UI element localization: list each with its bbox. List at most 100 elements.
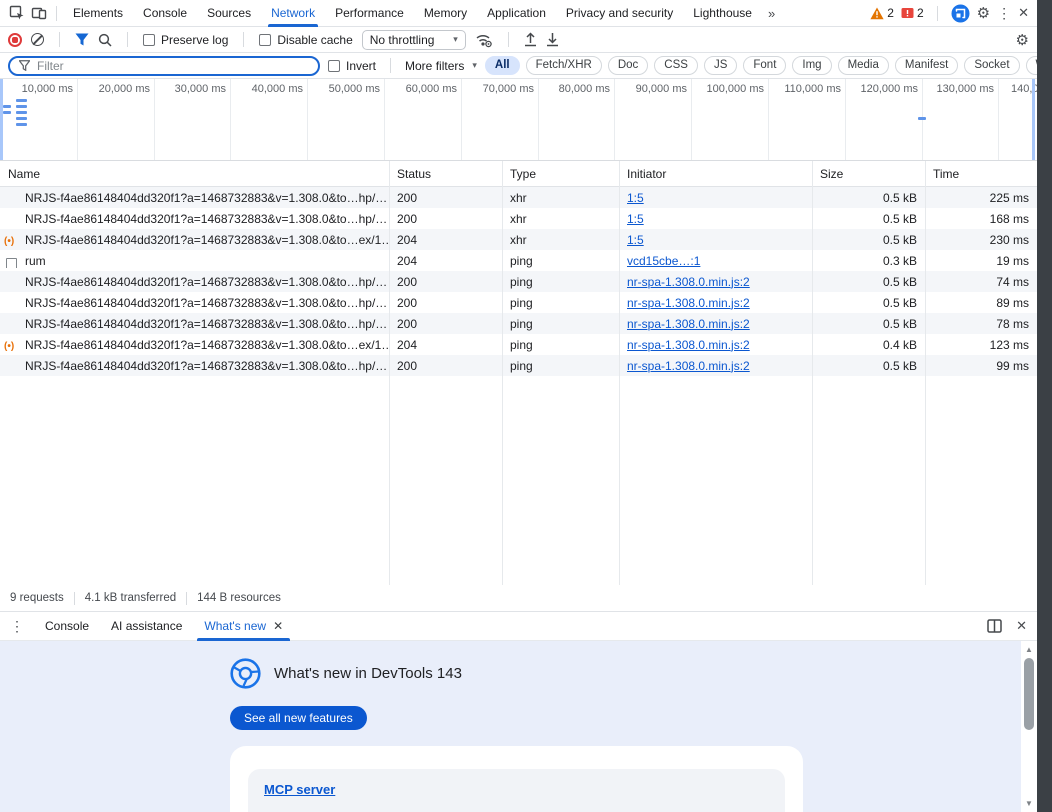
chip-all[interactable]: All — [485, 56, 520, 75]
settings-gear-icon[interactable]: ⚙ — [977, 4, 990, 22]
network-conditions-icon[interactable] — [475, 32, 493, 48]
filter-funnel-small-icon — [19, 60, 30, 71]
network-overview-timeline[interactable]: 10,000 ms 20,000 ms 30,000 ms 40,000 ms … — [0, 79, 1037, 161]
chip-js[interactable]: JS — [704, 56, 737, 75]
table-row[interactable]: NRJS-f4ae86148404dd320f1?a=1468732883&v=… — [0, 313, 1037, 334]
table-row[interactable]: (•)NRJS-f4ae86148404dd320f1?a=1468732883… — [0, 229, 1037, 250]
drawer-right-cluster: ✕ — [987, 618, 1027, 634]
clear-network-log-icon[interactable] — [31, 33, 44, 46]
close-tab-icon[interactable]: ✕ — [273, 612, 283, 640]
devtools-logo-icon — [230, 658, 261, 689]
kebab-menu-icon[interactable]: ⋮ — [997, 5, 1011, 22]
overview-right-handle[interactable] — [1032, 79, 1035, 160]
export-har-icon[interactable] — [546, 32, 559, 47]
feature-card: MCP server — [248, 769, 785, 812]
table-row[interactable]: NRJS-f4ae86148404dd320f1?a=1468732883&v=… — [0, 355, 1037, 376]
issues-badge[interactable]: 2 — [901, 6, 924, 20]
tab-application[interactable]: Application — [477, 0, 556, 27]
scrollbar-thumb[interactable] — [1024, 658, 1034, 730]
column-header-type[interactable]: Type — [502, 167, 619, 181]
import-har-icon[interactable] — [524, 32, 537, 47]
initiator-link[interactable]: vcd15cbe…:1 — [627, 254, 700, 268]
drawer-tab-ai-assistance[interactable]: AI assistance — [100, 612, 193, 641]
warning-icon — [870, 7, 884, 20]
search-icon[interactable] — [98, 33, 112, 47]
chip-fetch-xhr[interactable]: Fetch/XHR — [526, 56, 602, 75]
chip-css[interactable]: CSS — [654, 56, 698, 75]
tab-console[interactable]: Console — [133, 0, 197, 27]
chip-manifest[interactable]: Manifest — [895, 56, 958, 75]
table-row[interactable]: rum 204 ping vcd15cbe…:1 0.3 kB 19 ms — [0, 250, 1037, 271]
cast-icon[interactable] — [951, 4, 970, 23]
tab-sources[interactable]: Sources — [197, 0, 261, 27]
initiator-link[interactable]: nr-spa-1.308.0.min.js:2 — [627, 296, 750, 310]
chip-socket[interactable]: Socket — [964, 56, 1019, 75]
network-settings-gear-icon[interactable]: ⚙ — [1016, 31, 1029, 49]
initiator-link[interactable]: 1:5 — [627, 212, 644, 226]
tick-label: 60,000 ms — [406, 83, 457, 95]
tab-privacy-and-security[interactable]: Privacy and security — [556, 0, 683, 27]
overview-left-handle[interactable] — [0, 79, 3, 160]
filter-input[interactable] — [37, 59, 309, 73]
network-status-bar: 9 requests 4.1 kB transferred 144 B reso… — [0, 585, 1037, 612]
divider — [508, 32, 509, 47]
table-row[interactable]: NRJS-f4ae86148404dd320f1?a=1468732883&v=… — [0, 271, 1037, 292]
tick-label: 20,000 ms — [99, 83, 150, 95]
inspect-element-icon[interactable] — [6, 2, 28, 24]
tick-label: 80,000 ms — [559, 83, 610, 95]
tab-network[interactable]: Network — [261, 0, 325, 27]
column-header-status[interactable]: Status — [389, 167, 502, 181]
throttling-select[interactable]: No throttling ▾ — [362, 30, 466, 50]
initiator-link[interactable]: 1:5 — [627, 191, 644, 205]
close-drawer-icon[interactable]: ✕ — [1016, 618, 1027, 634]
more-filters-label: More filters — [405, 59, 464, 73]
record-network-log-icon[interactable] — [8, 33, 22, 47]
fetch-request-icon: (•) — [4, 341, 14, 352]
more-tabs-icon[interactable]: » — [762, 6, 781, 21]
mcp-server-link[interactable]: MCP server — [264, 782, 335, 797]
tab-performance[interactable]: Performance — [325, 0, 414, 27]
scroll-down-icon[interactable]: ▼ — [1021, 799, 1037, 808]
drawer-menu-icon[interactable]: ⋮ — [10, 618, 24, 635]
tab-memory[interactable]: Memory — [414, 0, 477, 27]
drawer-scrollbar[interactable]: ▲ ▼ — [1021, 641, 1037, 812]
filter-funnel-icon[interactable] — [75, 33, 89, 46]
invert-label: Invert — [346, 59, 376, 73]
dock-side-icon[interactable] — [987, 619, 1002, 633]
tick-label: 100,000 ms — [707, 83, 764, 95]
tab-elements[interactable]: Elements — [63, 0, 133, 27]
warnings-badge[interactable]: 2 — [870, 6, 894, 20]
drawer-tab-console[interactable]: Console — [34, 612, 100, 641]
chip-img[interactable]: Img — [792, 56, 831, 75]
request-type-chips: All Fetch/XHR Doc CSS JS Font Img Media … — [485, 56, 1052, 75]
initiator-link[interactable]: nr-spa-1.308.0.min.js:2 — [627, 338, 750, 352]
checkbox-box — [328, 60, 340, 72]
column-header-size[interactable]: Size — [812, 167, 925, 181]
initiator-link[interactable]: nr-spa-1.308.0.min.js:2 — [627, 275, 750, 289]
invert-checkbox[interactable]: Invert — [328, 59, 376, 73]
close-devtools-icon[interactable]: ✕ — [1018, 5, 1029, 21]
initiator-link[interactable]: 1:5 — [627, 233, 644, 247]
table-row[interactable]: (•)NRJS-f4ae86148404dd320f1?a=1468732883… — [0, 334, 1037, 355]
device-toolbar-icon[interactable] — [28, 2, 50, 24]
initiator-link[interactable]: nr-spa-1.308.0.min.js:2 — [627, 317, 750, 331]
preserve-log-checkbox[interactable]: Preserve log — [143, 33, 228, 47]
disable-cache-checkbox[interactable]: Disable cache — [259, 33, 352, 47]
filter-input-pill — [8, 56, 320, 76]
drawer-tab-whats-new[interactable]: What's new ✕ — [193, 612, 294, 641]
table-row[interactable]: NRJS-f4ae86148404dd320f1?a=1468732883&v=… — [0, 292, 1037, 313]
tab-lighthouse[interactable]: Lighthouse — [683, 0, 762, 27]
scroll-up-icon[interactable]: ▲ — [1021, 645, 1037, 654]
chip-font[interactable]: Font — [743, 56, 786, 75]
tick-label: 110,000 ms — [784, 83, 841, 95]
chip-doc[interactable]: Doc — [608, 56, 648, 75]
see-all-features-button[interactable]: See all new features — [230, 706, 367, 730]
more-filters-dropdown[interactable]: More filters ▾ — [405, 59, 477, 73]
chip-media[interactable]: Media — [838, 56, 889, 75]
column-header-name[interactable]: Name — [0, 167, 389, 181]
initiator-link[interactable]: nr-spa-1.308.0.min.js:2 — [627, 359, 750, 373]
table-row[interactable]: NRJS-f4ae86148404dd320f1?a=1468732883&v=… — [0, 208, 1037, 229]
column-header-time[interactable]: Time — [925, 167, 1037, 181]
table-row[interactable]: NRJS-f4ae86148404dd320f1?a=1468732883&v=… — [0, 187, 1037, 208]
column-header-initiator[interactable]: Initiator — [619, 167, 812, 181]
